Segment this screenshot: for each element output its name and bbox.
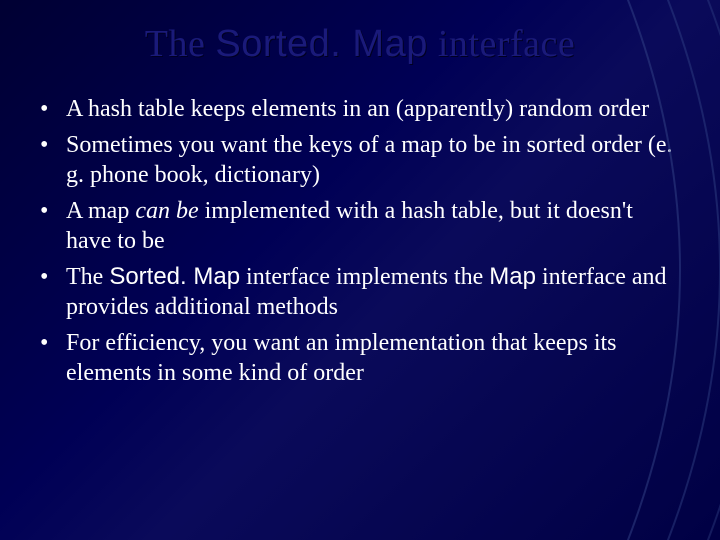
bullet-segment: A hash table keeps elements in an (appar… bbox=[66, 96, 649, 122]
bullet-segment: Map bbox=[489, 263, 536, 290]
bullet-item: Sometimes you want the keys of a map to … bbox=[40, 130, 680, 190]
bullet-item: The Sorted. Map interface implements the… bbox=[40, 262, 680, 322]
bullet-list: A hash table keeps elements in an (appar… bbox=[40, 94, 680, 388]
bullet-item: For efficiency, you want an implementati… bbox=[40, 328, 680, 388]
bullet-segment: For efficiency, you want an implementati… bbox=[66, 330, 617, 386]
bullet-item: A hash table keeps elements in an (appar… bbox=[40, 94, 680, 124]
bullet-segment: Sometimes you want the keys of a map to … bbox=[66, 132, 673, 188]
bullet-item: A map can be implemented with a hash tab… bbox=[40, 196, 680, 256]
title-code: Sorted. Map bbox=[215, 23, 428, 65]
bullet-segment: A map bbox=[66, 198, 135, 224]
bullet-segment: interface implements the bbox=[240, 264, 489, 290]
bullet-segment: Sorted. Map bbox=[109, 263, 240, 290]
bullet-segment: The bbox=[66, 264, 109, 290]
bullet-segment: can be bbox=[135, 198, 198, 224]
title-post: interface bbox=[428, 23, 575, 65]
slide-body: A hash table keeps elements in an (appar… bbox=[0, 66, 720, 388]
slide-title: The Sorted. Map interface bbox=[0, 0, 720, 66]
title-pre: The bbox=[145, 23, 216, 65]
